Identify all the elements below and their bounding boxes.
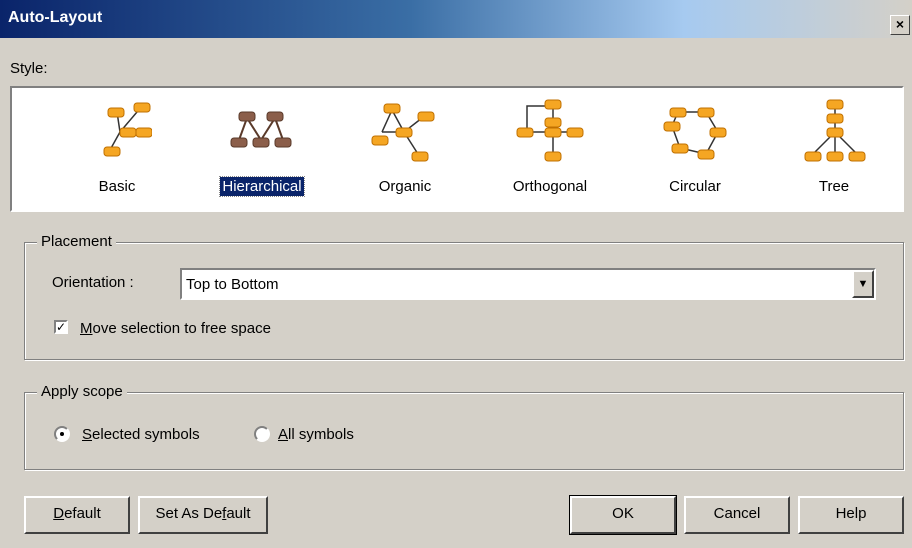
hierarchical-layout-icon bbox=[230, 111, 292, 148]
all-symbols-label[interactable]: All symbols bbox=[278, 426, 354, 443]
orientation-label: Orientation : bbox=[52, 274, 134, 291]
dropdown-arrow-icon[interactable]: ▼ bbox=[852, 270, 874, 298]
style-label-basic: Basic bbox=[98, 178, 136, 195]
title-bar[interactable]: Auto-Layout × bbox=[0, 0, 912, 38]
orientation-value: Top to Bottom bbox=[186, 276, 279, 293]
organic-layout-icon bbox=[371, 103, 435, 162]
circular-layout-icon bbox=[663, 107, 727, 160]
style-label: Style: bbox=[10, 60, 48, 77]
style-option-tree[interactable]: Tree bbox=[764, 88, 904, 210]
style-picker: Basic Hierarchical Organic Orthogonal Ci… bbox=[10, 86, 904, 212]
style-option-organic[interactable]: Organic bbox=[335, 88, 475, 210]
placement-group-title: Placement bbox=[37, 233, 116, 250]
style-label-organic: Organic bbox=[378, 178, 432, 195]
close-button[interactable]: × bbox=[890, 15, 910, 35]
all-symbols-radio[interactable] bbox=[254, 426, 270, 442]
ok-button[interactable]: OK bbox=[569, 495, 677, 535]
style-option-basic[interactable]: Basic bbox=[47, 88, 187, 210]
move-selection-checkbox[interactable]: ✓ bbox=[54, 320, 68, 334]
style-label-circular: Circular bbox=[669, 178, 721, 195]
style-option-hierarchical[interactable]: Hierarchical bbox=[192, 88, 332, 210]
style-option-orthogonal[interactable]: Orthogonal bbox=[480, 88, 620, 210]
apply-scope-group-title: Apply scope bbox=[37, 383, 127, 400]
placement-group: Placement bbox=[24, 233, 904, 360]
orthogonal-layout-icon bbox=[516, 99, 584, 162]
set-as-default-button[interactable]: Set As Default bbox=[138, 496, 268, 534]
style-label-hierarchical: Hierarchical bbox=[219, 176, 305, 197]
selected-symbols-label[interactable]: Selected symbols bbox=[82, 426, 200, 443]
tree-layout-icon bbox=[804, 99, 866, 162]
cancel-button[interactable]: Cancel bbox=[684, 496, 790, 534]
window-title: Auto-Layout bbox=[8, 9, 103, 26]
help-button[interactable]: Help bbox=[798, 496, 904, 534]
basic-layout-icon bbox=[103, 102, 152, 157]
auto-layout-dialog: Auto-Layout × Style: Basic Hierarchical … bbox=[0, 0, 912, 548]
selected-symbols-radio[interactable] bbox=[54, 426, 70, 442]
default-button[interactable]: Default bbox=[24, 496, 130, 534]
orientation-select[interactable]: Top to Bottom ▼ bbox=[180, 268, 876, 300]
move-selection-label[interactable]: Move selection to free space bbox=[80, 320, 271, 337]
style-option-circular[interactable]: Circular bbox=[625, 88, 765, 210]
style-label-orthogonal: Orthogonal bbox=[512, 178, 588, 195]
style-label-tree: Tree bbox=[818, 178, 850, 195]
